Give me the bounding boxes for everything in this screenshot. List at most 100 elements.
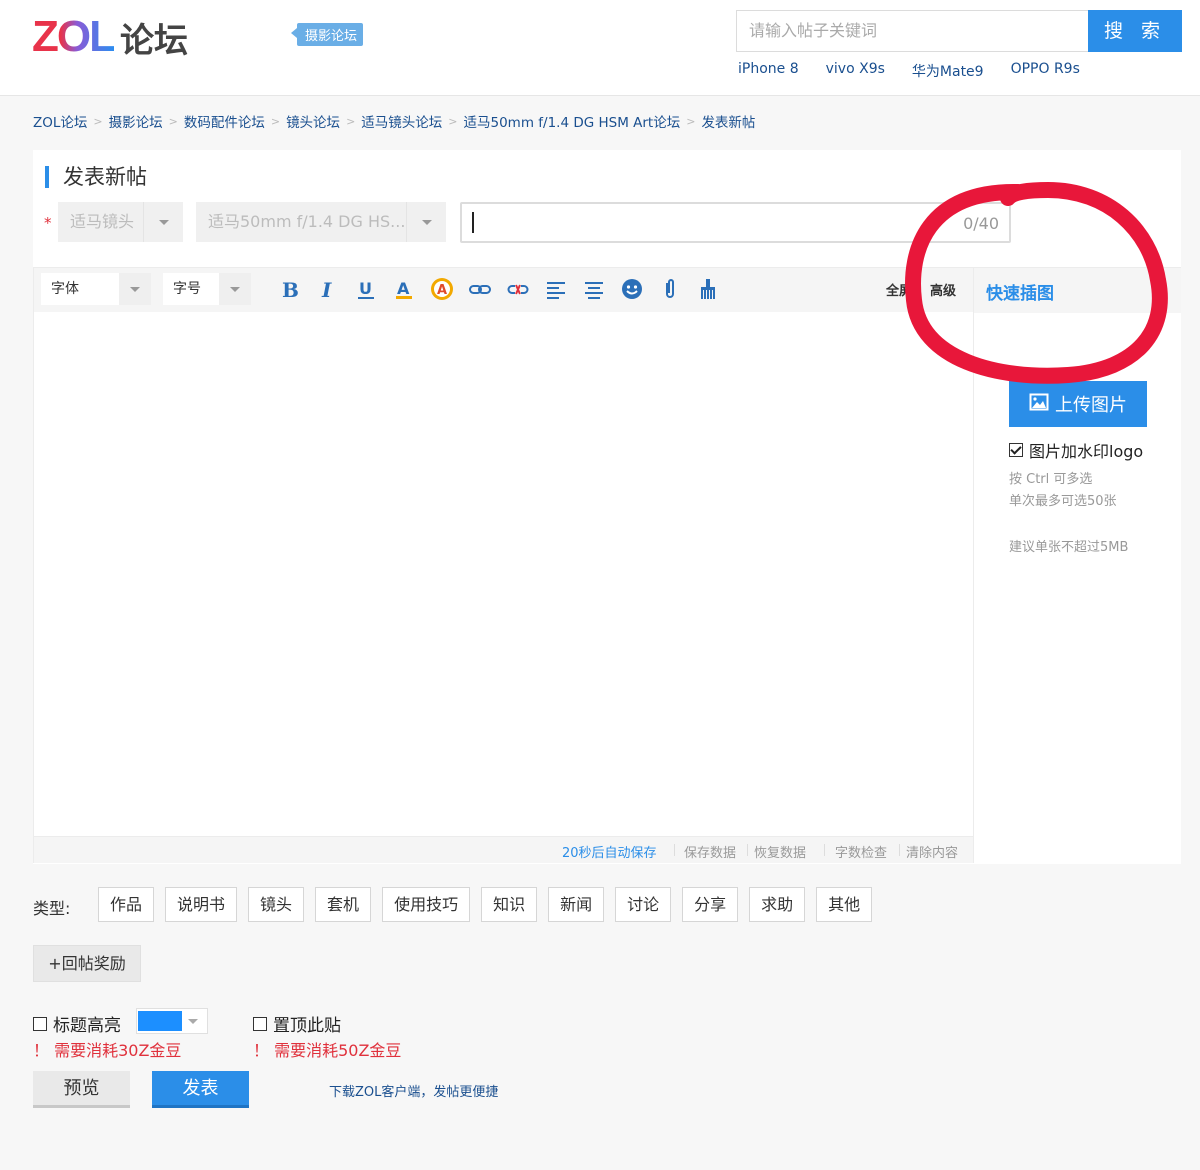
breadcrumb-separator: >	[346, 114, 356, 128]
title-highlight-option[interactable]: 标题高亮	[33, 1011, 121, 1036]
clean-format-icon[interactable]	[693, 274, 723, 304]
highlight-color-picker[interactable]	[136, 1008, 208, 1034]
italic-icon[interactable]: I	[313, 274, 343, 304]
breadcrumb-separator: >	[686, 114, 696, 128]
chevron-down-icon	[219, 273, 251, 305]
download-client-link[interactable]: 下载ZOL客户端，发帖更便捷	[329, 1081, 498, 1100]
font-size-select[interactable]: 字号	[163, 273, 251, 305]
type-option[interactable]: 知识	[481, 887, 538, 922]
watermark-label: 图片加水印logo	[1029, 442, 1144, 461]
product-select-value: 适马50mm f/1.4 DG HS...	[208, 212, 406, 231]
image-icon	[1029, 392, 1049, 417]
breadcrumb-link[interactable]: 适马50mm f/1.4 DG HSM Art论坛	[464, 111, 681, 131]
post-title-input[interactable]: 0/40	[460, 202, 1011, 243]
color-swatch	[138, 1011, 182, 1031]
font-family-select[interactable]: 字体	[41, 273, 151, 305]
breadcrumb-separator: >	[448, 114, 458, 128]
type-option[interactable]: 新闻	[548, 887, 605, 922]
type-option[interactable]: 分享	[682, 887, 739, 922]
quick-insert-header: 快速插图	[974, 268, 1181, 313]
type-option[interactable]: 镜头	[248, 887, 305, 922]
chevron-down-icon	[119, 273, 151, 305]
editor-toolbar: 字体 字号 B I U A A 全屏 高级	[34, 268, 973, 312]
hotword-link[interactable]: OPPO R9s	[1011, 61, 1080, 81]
publish-button[interactable]: 发表	[152, 1071, 249, 1108]
type-label: 类型:	[33, 899, 71, 918]
rich-text-editor: 字体 字号 B I U A A 全屏 高级 20秒后自动保存 保存数据 恢复数据…	[33, 267, 974, 863]
svg-text:B: B	[282, 278, 299, 301]
underline-icon[interactable]: U	[351, 274, 381, 304]
hotword-link[interactable]: vivo X9s	[826, 61, 885, 81]
clear-content-button[interactable]: 清除内容	[906, 842, 958, 861]
title-char-counter: 0/40	[963, 214, 999, 233]
post-form-panel: 发表新帖 * 适马镜头 适马50mm f/1.4 DG HS... 0/40 字…	[33, 150, 1181, 864]
divider	[899, 844, 900, 856]
search-input[interactable]: 请输入帖子关键词	[736, 10, 1088, 52]
chevron-down-icon	[406, 202, 446, 242]
save-data-button[interactable]: 保存数据	[684, 842, 736, 861]
link-icon[interactable]	[465, 274, 495, 304]
unlink-icon[interactable]	[503, 274, 533, 304]
highlight-cost-warning: ！ 需要消耗30Z金豆	[33, 1041, 182, 1060]
page-title: 发表新帖	[45, 166, 147, 188]
align-center-icon[interactable]	[579, 274, 609, 304]
font-color-icon[interactable]: A	[389, 274, 419, 304]
editor-footer: 20秒后自动保存 保存数据 恢复数据 字数检查 清除内容	[34, 836, 973, 863]
divider	[674, 844, 675, 856]
zol-forum-logo[interactable]: ZOL 论坛	[32, 12, 188, 61]
breadcrumb-link[interactable]: 镜头论坛	[286, 111, 340, 131]
upload-image-label: 上传图片	[1055, 395, 1127, 416]
type-option[interactable]: 说明书	[165, 887, 238, 922]
breadcrumb-link[interactable]: ZOL论坛	[33, 111, 87, 131]
hotword-link[interactable]: iPhone 8	[738, 61, 799, 81]
font-family-label: 字体	[51, 281, 79, 297]
upload-image-button[interactable]: 上传图片	[1009, 381, 1147, 427]
breadcrumb-link[interactable]: 适马镜头论坛	[361, 111, 442, 131]
title-highlight-checkbox[interactable]	[33, 1016, 47, 1031]
watermark-checkbox[interactable]	[1009, 443, 1023, 457]
text-caret	[472, 212, 474, 233]
search-button[interactable]: 搜 索	[1088, 10, 1182, 52]
hot-search-words: iPhone 8 vivo X9s 华为Mate9 OPPO R9s	[738, 61, 1080, 81]
product-select[interactable]: 适马50mm f/1.4 DG HS...	[196, 202, 446, 242]
title-highlight-label: 标题高亮	[53, 1016, 121, 1036]
breadcrumb-separator: >	[168, 114, 178, 128]
breadcrumb-link[interactable]: 数码配件论坛	[184, 111, 265, 131]
required-mark: *	[44, 214, 52, 232]
type-option[interactable]: 作品	[98, 887, 155, 922]
preview-button[interactable]: 预览	[33, 1071, 130, 1108]
type-option[interactable]: 其他	[816, 887, 873, 922]
attachment-icon[interactable]	[655, 274, 685, 304]
svg-text:I: I	[321, 278, 332, 301]
forum-tag[interactable]: 摄影论坛	[290, 23, 364, 46]
watermark-option[interactable]: 图片加水印logo	[1009, 438, 1143, 462]
emoji-icon[interactable]	[617, 274, 647, 304]
forum-select-value: 适马镜头	[70, 212, 135, 231]
type-option[interactable]: 讨论	[615, 887, 672, 922]
sticky-option[interactable]: 置顶此贴	[253, 1011, 341, 1036]
type-option[interactable]: 求助	[749, 887, 806, 922]
type-option[interactable]: 使用技巧	[382, 887, 471, 922]
reply-reward-button[interactable]: +回帖奖励	[33, 945, 141, 982]
breadcrumb-link[interactable]: 摄影论坛	[109, 111, 163, 131]
breadcrumb-current: 发表新帖	[701, 115, 756, 131]
hotword-link[interactable]: 华为Mate9	[912, 61, 984, 81]
quick-insert-panel: 快速插图 上传图片 图片加水印logo 按 Ctrl 可多选 单次最多可选50张…	[974, 267, 1181, 864]
advanced-button[interactable]: 高级	[930, 280, 956, 299]
type-option[interactable]: 套机	[315, 887, 372, 922]
size-limit-hint: 建议单张不超过5MB	[1009, 540, 1129, 555]
restore-data-button[interactable]: 恢复数据	[754, 842, 806, 861]
sticky-label: 置顶此贴	[273, 1016, 341, 1036]
bold-icon[interactable]: B	[275, 274, 305, 304]
fullscreen-button[interactable]: 全屏	[886, 280, 912, 299]
font-size-label: 字号	[173, 281, 201, 297]
word-count-button[interactable]: 字数检查	[835, 842, 887, 861]
breadcrumb: ZOL论坛 > 摄影论坛 > 数码配件论坛 > 镜头论坛 > 适马镜头论坛 > 适马50m…	[33, 111, 756, 132]
svg-text:A: A	[437, 283, 447, 298]
forum-select[interactable]: 适马镜头	[58, 202, 183, 242]
site-header: ZOL 论坛 摄影论坛 请输入帖子关键词 搜 索 iPhone 8 vivo X…	[0, 0, 1200, 96]
sticky-checkbox[interactable]	[253, 1016, 267, 1031]
sticky-cost-warning: ！ 需要消耗50Z金豆	[253, 1041, 402, 1060]
highlight-icon[interactable]: A	[427, 274, 457, 304]
align-left-icon[interactable]	[541, 274, 571, 304]
